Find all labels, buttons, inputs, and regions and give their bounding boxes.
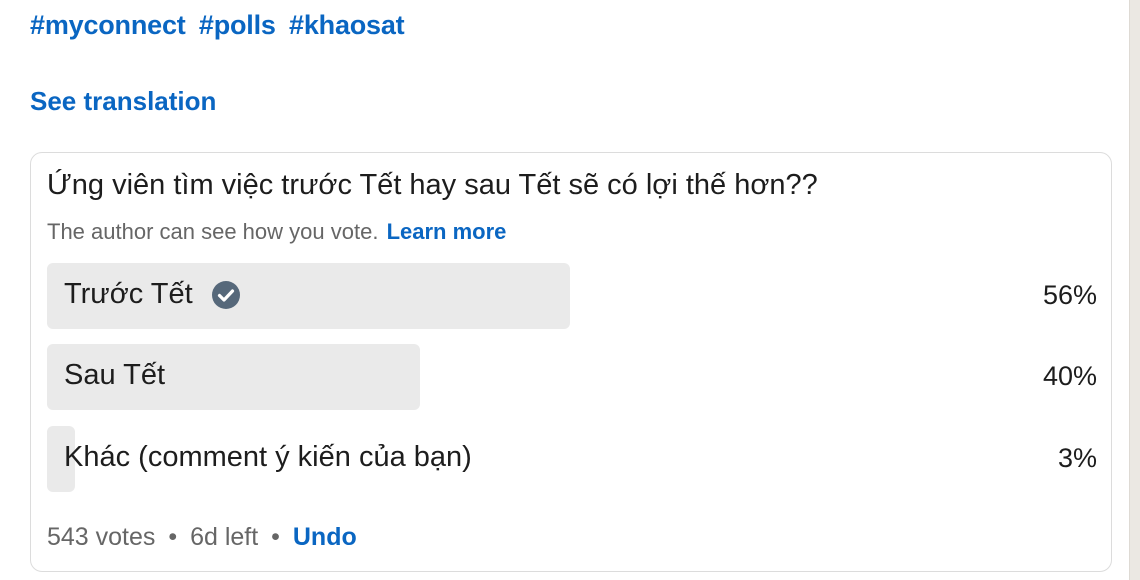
- learn-more-link[interactable]: Learn more: [387, 219, 507, 244]
- poll-option-percent: 40%: [1042, 361, 1097, 391]
- checkmark-circle-icon: [211, 280, 241, 310]
- poll-footer: 543 votes • 6d left • Undo: [47, 523, 357, 552]
- separator-dot: •: [168, 523, 178, 551]
- poll-option-text: Trước Tết: [64, 278, 193, 310]
- vote-count: 543 votes: [47, 523, 156, 551]
- hashtag-myconnect[interactable]: #myconnect: [30, 10, 186, 40]
- hashtag-khaosat[interactable]: #khaosat: [289, 10, 405, 40]
- poll-option-text: Sau Tết: [64, 359, 166, 391]
- undo-vote-button[interactable]: Undo: [293, 523, 357, 551]
- poll-option-sau-tet[interactable]: Sau Tết 40%: [47, 344, 1097, 410]
- hashtag-polls[interactable]: #polls: [199, 10, 276, 40]
- poll-option-truoc-tet[interactable]: Trước Tết 56%: [47, 263, 1097, 329]
- poll-option-percent: 3%: [1057, 443, 1097, 473]
- see-translation-link[interactable]: See translation: [30, 86, 216, 117]
- poll-option-label: Khác (comment ý kiến của bạn): [64, 441, 472, 474]
- poll-option-label: Sau Tết: [64, 359, 165, 392]
- poll-option-khac[interactable]: Khác (comment ý kiến của bạn) 3%: [47, 426, 1097, 492]
- separator-dot: •: [271, 523, 280, 551]
- poll-option-percent: 56%: [1042, 280, 1097, 310]
- hashtags: #myconnect #polls #khaosat: [30, 10, 410, 41]
- poll-option-text: Khác (comment ý kiến của bạn): [64, 441, 472, 473]
- poll-note-text: The author can see how you vote.: [47, 219, 379, 244]
- time-left: 6d left: [190, 523, 259, 551]
- page-edge: [1129, 0, 1140, 580]
- poll-visibility-note: The author can see how you vote. Learn m…: [47, 219, 506, 245]
- poll-question: Ứng viên tìm việc trước Tết hay sau Tết …: [47, 169, 818, 201]
- post-card: #myconnect #polls #khaosat See translati…: [0, 0, 1129, 580]
- poll-card: Ứng viên tìm việc trước Tết hay sau Tết …: [30, 152, 1112, 572]
- poll-option-label: Trước Tết: [64, 278, 241, 311]
